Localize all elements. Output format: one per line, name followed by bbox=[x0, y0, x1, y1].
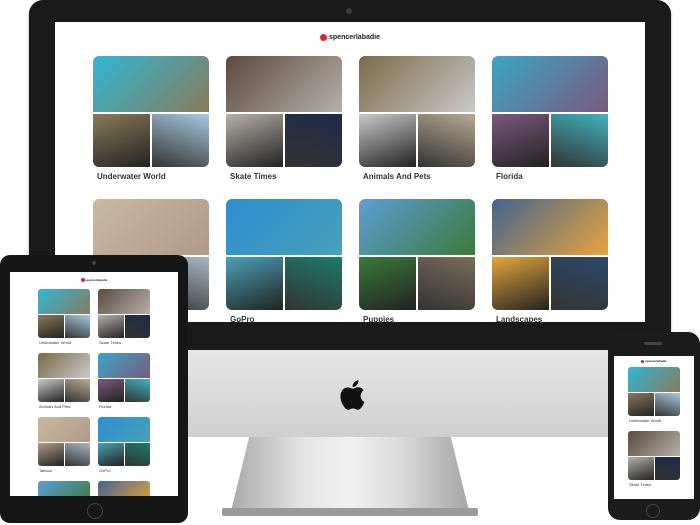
album-thumbnail bbox=[418, 114, 475, 167]
pinterest-icon bbox=[320, 34, 328, 41]
album-thumbnail bbox=[285, 114, 342, 167]
album-thumbnail bbox=[124, 443, 150, 466]
album-card[interactable] bbox=[38, 417, 90, 466]
pinterest-icon bbox=[80, 278, 85, 283]
album-title[interactable]: Animals And Pets bbox=[39, 404, 70, 409]
album-card[interactable] bbox=[226, 199, 342, 310]
album-card[interactable] bbox=[98, 289, 150, 338]
album-thumbnail bbox=[492, 257, 549, 310]
album-cover-photo bbox=[492, 56, 608, 112]
album-thumbnail bbox=[654, 457, 680, 480]
ipad-camera bbox=[92, 261, 96, 265]
album-cover-photo bbox=[628, 367, 680, 392]
album-cover-photo bbox=[38, 481, 90, 496]
album-title[interactable]: Landscapes bbox=[496, 315, 542, 322]
album-thumbnail bbox=[492, 114, 549, 167]
album-cover-photo bbox=[98, 353, 150, 378]
album-title[interactable]: Underwater World bbox=[39, 340, 71, 345]
album-thumbnail bbox=[285, 257, 342, 310]
album-card[interactable] bbox=[38, 353, 90, 402]
album-cover-photo bbox=[359, 56, 475, 112]
album-thumbnail bbox=[551, 114, 608, 167]
album-cover-photo bbox=[359, 199, 475, 255]
album-thumbnail bbox=[38, 315, 64, 338]
album-title[interactable]: Tattoos bbox=[39, 468, 52, 473]
album-cover-photo bbox=[98, 481, 150, 496]
album-title[interactable]: Underwater World bbox=[629, 418, 661, 423]
iphone-speaker bbox=[644, 342, 662, 345]
album-thumbnail bbox=[38, 443, 64, 466]
album-cover-photo bbox=[93, 56, 209, 112]
album-thumbnail bbox=[124, 315, 150, 338]
album-card[interactable] bbox=[359, 56, 475, 167]
album-thumbnail bbox=[418, 257, 475, 310]
album-thumbnail bbox=[98, 379, 124, 402]
album-thumbnail bbox=[359, 257, 416, 310]
album-thumbnail bbox=[64, 443, 90, 466]
album-thumbnail bbox=[226, 257, 283, 310]
album-card[interactable] bbox=[226, 56, 342, 167]
album-thumbnail bbox=[98, 443, 124, 466]
album-cover-photo bbox=[38, 289, 90, 314]
album-title[interactable]: GoPro bbox=[99, 468, 111, 473]
iphone-screen: spencerlabadie Underwater World Skate Tim… bbox=[614, 356, 694, 499]
album-cover-photo bbox=[98, 417, 150, 442]
album-cover-photo bbox=[492, 199, 608, 255]
album-thumbnail bbox=[551, 257, 608, 310]
album-title[interactable]: Florida bbox=[99, 404, 111, 409]
album-card[interactable] bbox=[359, 199, 475, 310]
album-title[interactable]: Florida bbox=[496, 172, 523, 181]
imac-camera bbox=[346, 8, 352, 14]
album-cover-photo bbox=[226, 199, 342, 255]
album-thumbnail bbox=[98, 315, 124, 338]
album-title[interactable]: Animals And Pets bbox=[363, 172, 431, 181]
album-thumbnail bbox=[64, 315, 90, 338]
album-cover-photo bbox=[628, 431, 680, 456]
imac-stand bbox=[230, 437, 470, 515]
album-thumbnail bbox=[38, 379, 64, 402]
brand-name: spencerlabadie bbox=[85, 278, 108, 282]
brand-name: spencerlabadie bbox=[329, 34, 380, 41]
album-thumbnail bbox=[628, 457, 654, 480]
album-thumbnail bbox=[628, 393, 654, 416]
album-cover-photo bbox=[38, 417, 90, 442]
iphone-home-button[interactable] bbox=[646, 504, 660, 518]
iphone-brand[interactable]: spencerlabadie bbox=[614, 359, 694, 363]
album-card[interactable] bbox=[492, 199, 608, 310]
album-cover-photo bbox=[38, 353, 90, 378]
album-title[interactable]: Skate Times bbox=[629, 482, 651, 487]
album-card[interactable] bbox=[628, 367, 680, 416]
ipad-brand[interactable]: spencerlabadie bbox=[10, 278, 178, 283]
album-thumbnail bbox=[226, 114, 283, 167]
site-brand[interactable]: spencerlabadie bbox=[55, 34, 645, 48]
album-thumbnail bbox=[93, 114, 150, 167]
album-thumbnail bbox=[152, 114, 209, 167]
brand-name: spencerlabadie bbox=[645, 359, 667, 363]
pinterest-icon bbox=[641, 359, 645, 363]
apple-logo-icon bbox=[340, 380, 365, 410]
album-card[interactable] bbox=[628, 431, 680, 480]
album-card[interactable] bbox=[492, 56, 608, 167]
album-thumbnail bbox=[359, 114, 416, 167]
album-thumbnail bbox=[64, 379, 90, 402]
album-title[interactable]: Skate Times bbox=[99, 340, 121, 345]
album-title[interactable]: GoPro bbox=[230, 315, 254, 322]
album-card[interactable] bbox=[98, 481, 150, 496]
ipad-home-button[interactable] bbox=[87, 503, 103, 519]
album-title[interactable]: Skate Times bbox=[230, 172, 277, 181]
imac-stand-base bbox=[222, 508, 478, 516]
album-title[interactable]: Underwater World bbox=[97, 172, 166, 181]
album-card[interactable] bbox=[38, 289, 90, 338]
album-card[interactable] bbox=[98, 417, 150, 466]
album-card[interactable] bbox=[98, 353, 150, 402]
album-cover-photo bbox=[98, 289, 150, 314]
album-card[interactable] bbox=[38, 481, 90, 496]
ipad-screen: spencerlabadie Underwater World Skate Tim… bbox=[10, 272, 178, 496]
album-title[interactable]: Puppies bbox=[363, 315, 394, 322]
album-thumbnail bbox=[654, 393, 680, 416]
album-cover-photo bbox=[226, 56, 342, 112]
album-cover-photo bbox=[93, 199, 209, 255]
album-thumbnail bbox=[124, 379, 150, 402]
album-card[interactable] bbox=[93, 56, 209, 167]
